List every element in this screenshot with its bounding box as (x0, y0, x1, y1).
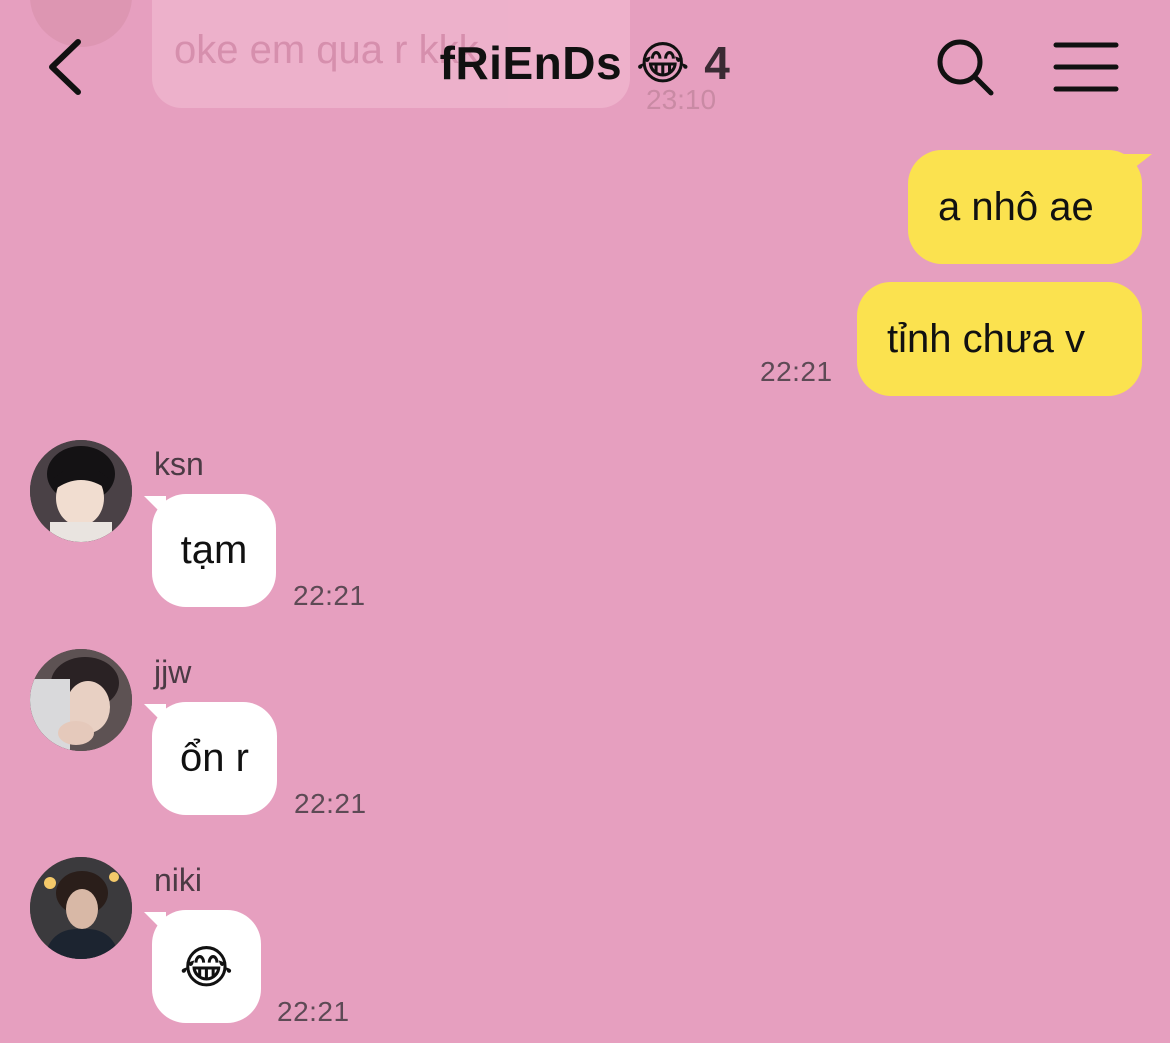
avatar-jjw[interactable] (30, 649, 132, 751)
outgoing-message-bubble[interactable]: tỉnh chưa v (857, 282, 1142, 396)
incoming-message-bubble[interactable]: 😂 (152, 910, 261, 1023)
avatar-ksn[interactable] (30, 440, 132, 542)
laughing-emoji-icon: 😂 (636, 36, 691, 90)
message-time: 22:21 (293, 580, 366, 611)
avatar-image (30, 857, 132, 959)
sender-name: niki (154, 862, 203, 898)
chat-title-text: fRiEnDs (439, 37, 623, 89)
avatar-image (30, 649, 132, 751)
search-button[interactable] (934, 36, 996, 98)
incoming-message-text: ổn r (180, 736, 249, 780)
outgoing-message-text: tỉnh chưa v (887, 317, 1085, 361)
laughing-emoji-icon: 😂 (179, 939, 234, 994)
message-time: 22:21 (277, 996, 350, 1027)
avatar-image (30, 440, 132, 542)
outgoing-message-text: a nhô ae (938, 185, 1094, 229)
member-count: 4 (704, 37, 731, 89)
sender-name: jjw (154, 654, 192, 690)
sender-name: ksn (154, 446, 204, 482)
incoming-message-text: tạm (180, 528, 248, 572)
incoming-message-bubble[interactable]: tạm (152, 494, 276, 607)
hamburger-menu-icon (1053, 42, 1119, 92)
message-time: 22:21 (294, 788, 367, 819)
incoming-message-bubble[interactable]: ổn r (152, 702, 277, 815)
menu-button[interactable] (1052, 40, 1120, 94)
avatar-niki[interactable] (30, 857, 132, 959)
message-time: 22:21 (760, 356, 833, 387)
outgoing-message-bubble[interactable]: a nhô ae (908, 150, 1142, 264)
search-icon (937, 39, 994, 96)
